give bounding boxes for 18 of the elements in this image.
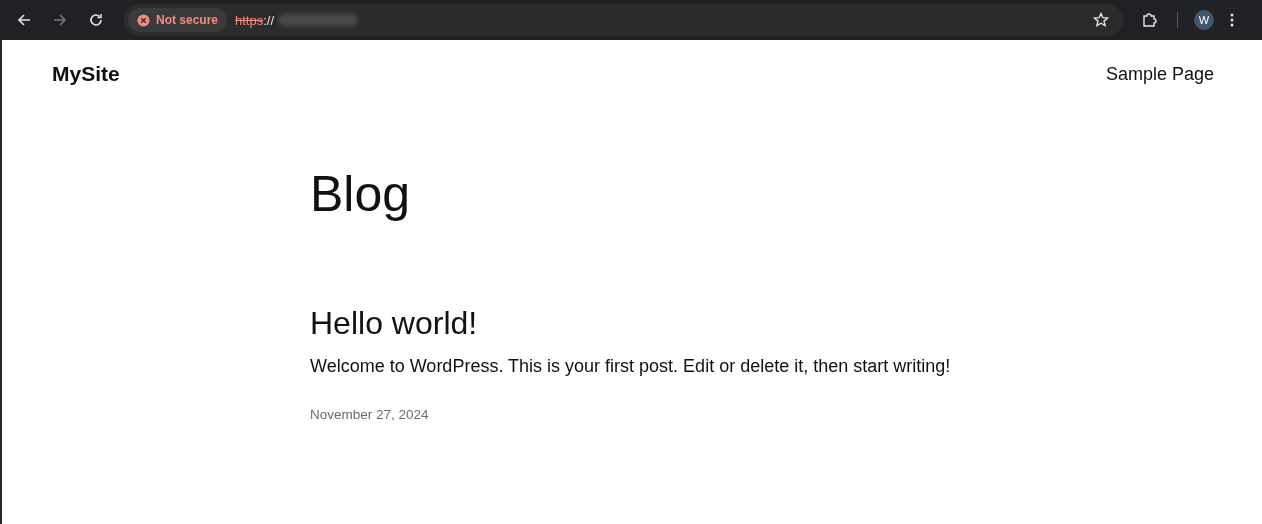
nav-link[interactable]: Sample Page [1105, 63, 1214, 84]
reload-icon[interactable] [88, 12, 104, 28]
error-icon [137, 13, 150, 27]
post-excerpt: Welcome to WordPress. This is your first post. Edit or delete it, then start writing! [310, 356, 952, 378]
profile-avatar[interactable]: W [1194, 10, 1214, 30]
site-title[interactable]: MySite [52, 62, 120, 86]
security-label: Not secure [156, 13, 219, 27]
address-bar[interactable]: Not secure https:// [124, 4, 1123, 36]
puzzle-icon[interactable] [1141, 12, 1157, 28]
address-text: https:// [235, 12, 275, 28]
forward-icon[interactable] [52, 12, 68, 28]
menu-icon[interactable] [1230, 12, 1234, 28]
post-title[interactable]: Hello world! [310, 304, 1262, 343]
star-icon[interactable] [1093, 12, 1109, 28]
security-chip[interactable]: Not secure [128, 8, 228, 32]
post-date: November 27, 2024 [310, 407, 430, 423]
back-icon[interactable] [16, 12, 32, 28]
page-heading: Blog [310, 165, 412, 224]
